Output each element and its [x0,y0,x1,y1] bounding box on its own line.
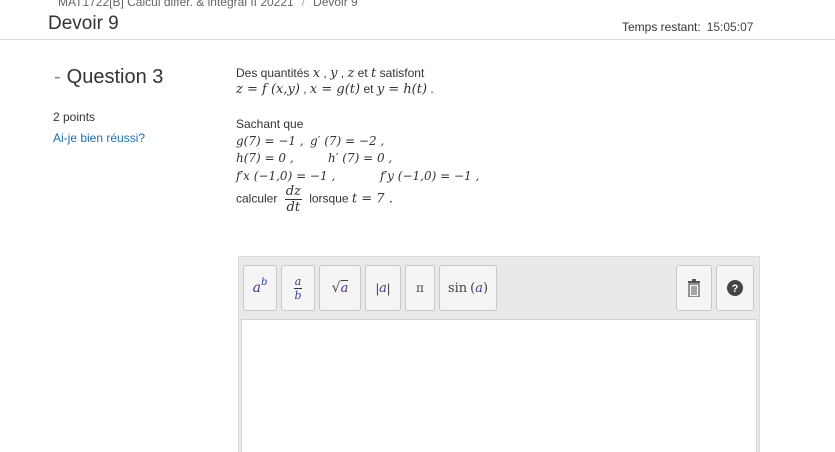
intro-line: Des quantités x , y , z et t satisfont [236,66,425,81]
timer-label: Temps restant: [622,20,701,34]
clear-button[interactable] [676,265,712,311]
breadcrumb-course[interactable]: MAT1722[B] Calcul différ. & intégral II … [58,0,294,9]
sqrt-icon: √ [331,280,341,296]
sin-button[interactable]: sin(a) [439,265,497,311]
self-check-link[interactable]: Ai-je bien réussi? [53,131,145,145]
breadcrumb: MAT1722[B] Calcul différ. & intégral II … [58,0,358,9]
power-button[interactable]: ab [243,265,277,311]
relation-x: x = g(t) [309,82,361,97]
svg-text:?: ? [732,283,739,295]
collapse-dash-icon[interactable]: - [54,66,61,88]
help-icon: ? [727,280,743,296]
condition-gp7: g′ (7) = −2 , [310,134,385,148]
breadcrumb-current: Devoir 9 [313,0,358,9]
answer-input[interactable] [241,319,757,452]
sqrt-button[interactable]: √ a [319,265,361,311]
condition-hp7: h′ (7) = 0 , [328,151,393,165]
question-title: Question 3 [66,66,164,88]
given-label: Sachant que [236,117,304,131]
timer-value: 15:05:07 [706,20,754,34]
relation-y: y = h(t) [376,82,428,97]
time-remaining: Temps restant: 15:05:07 [622,20,753,34]
abs-button[interactable]: | a | [365,265,401,311]
question-points: 2 points [53,110,96,124]
relation-z: z = f (x,y) [236,82,300,97]
math-editor: ab a b √ a | a | π sin(a) ? [238,256,760,452]
derivative-fraction: dz dt [284,184,302,215]
when-value: t = 7 . [351,191,393,207]
condition-fx: f′x (−1,0) = −1 , [236,169,336,183]
condition-h7: h(7) = 0 , [236,151,294,165]
fraction-button[interactable]: a b [281,265,315,311]
breadcrumb-separator: / [301,0,306,9]
page-title: Devoir 9 [48,13,119,34]
relations-line: z = f (x,y) , x = g(t) et y = h(t) . [236,82,434,97]
header-divider [0,39,835,40]
trash-icon [688,279,700,297]
question-heading: - Question 3 [54,66,163,89]
condition-g7: g(7) = −1 , [236,134,304,148]
help-button[interactable]: ? [716,265,754,311]
pi-button[interactable]: π [405,265,435,311]
condition-fy: f′y (−1,0) = −1 , [380,169,480,183]
calculate-line: calculer dz dt lorsque t = 7 . [236,184,393,215]
